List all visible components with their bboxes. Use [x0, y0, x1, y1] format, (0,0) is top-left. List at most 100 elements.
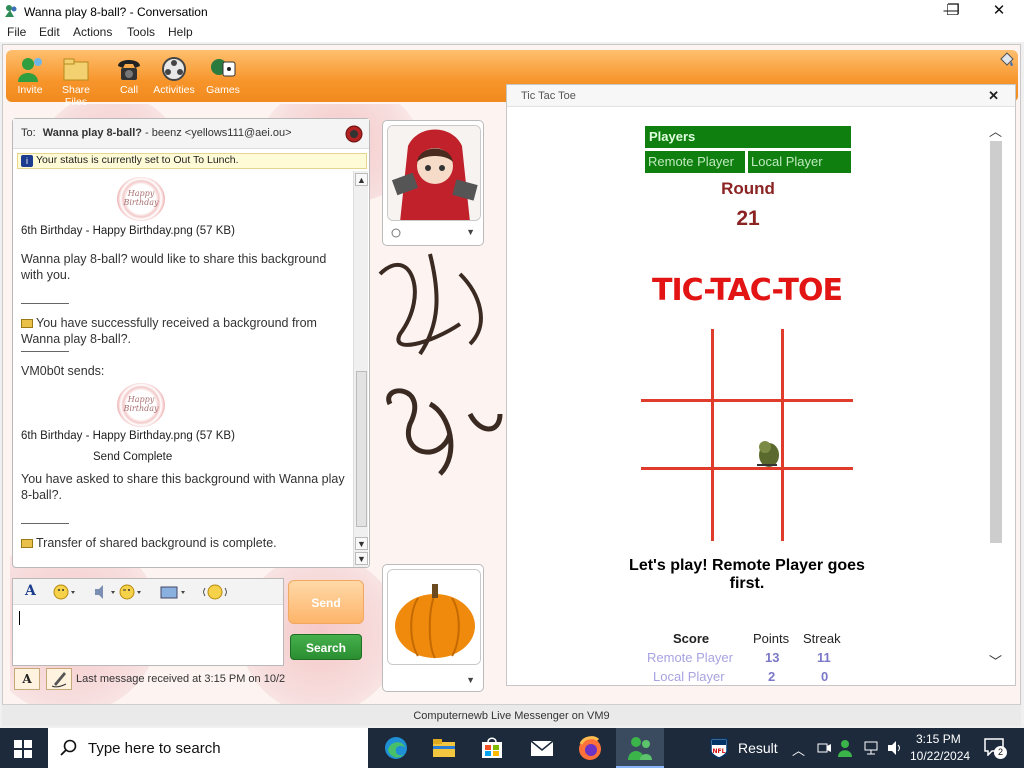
chevron-down-icon[interactable]: ▼ — [466, 675, 475, 685]
chevron-down-icon[interactable]: ▼ — [466, 227, 475, 237]
chevron-up-icon[interactable]: ︿ — [792, 740, 805, 759]
contact-name[interactable]: Wanna play 8-ball? — [43, 127, 142, 139]
remote-points: 13 — [765, 650, 780, 665]
local-player-tab[interactable]: Local Player — [748, 151, 851, 173]
received-background-message: You have successfully received a backgro… — [21, 316, 317, 346]
block-contact-icon[interactable] — [345, 125, 363, 143]
to-label: To: — [21, 127, 36, 139]
volume-icon[interactable] — [886, 740, 904, 756]
share-files-label: Share Files — [61, 84, 91, 108]
invite-label: Invite — [17, 84, 43, 96]
scroll-thumb[interactable] — [356, 371, 367, 527]
handwriting-icon[interactable] — [46, 668, 72, 690]
handwriting-text-toggle[interactable]: A — [14, 668, 40, 690]
remote-streak: 11 — [817, 650, 831, 665]
birthday-thumbnail[interactable]: Happy Birthday — [117, 383, 165, 427]
messenger-app-icon — [5, 5, 17, 17]
call-button[interactable]: Call — [105, 56, 153, 96]
remote-player-tab[interactable]: Remote Player — [645, 151, 745, 173]
asked-share-message: You have asked to share this background … — [21, 472, 345, 502]
result-label[interactable]: Result — [738, 740, 778, 756]
scroll-down-arrow[interactable]: ▼ — [355, 537, 368, 550]
scroll-up-arrow[interactable]: ︿ — [987, 121, 1004, 140]
font-icon[interactable]: A — [25, 583, 36, 599]
menu-actions[interactable]: Actions — [73, 25, 112, 39]
network-icon[interactable] — [862, 740, 880, 756]
emoticon-icon[interactable] — [53, 584, 77, 600]
status-notice: i Your status is currently set to Out To … — [17, 153, 367, 169]
wink-icon[interactable] — [119, 584, 143, 600]
voice-clip-icon[interactable] — [93, 584, 117, 600]
share-files-icon — [63, 58, 89, 81]
game-piece-icon — [757, 441, 779, 467]
share-files-button[interactable]: Share Files — [52, 56, 100, 108]
send-button[interactable]: Send — [288, 580, 364, 624]
activities-button[interactable]: Activities — [150, 56, 198, 96]
messenger-taskbar-button[interactable] — [616, 728, 664, 768]
invite-button[interactable]: Invite — [6, 56, 54, 96]
microsoft-store-icon[interactable] — [478, 734, 506, 762]
conversation-panel: To: Wanna play 8-ball? - beenz <yellows1… — [12, 118, 370, 568]
close-icon[interactable]: ✕ — [988, 88, 999, 104]
svg-text:NFL: NFL — [713, 748, 726, 755]
notification-center[interactable]: 2 — [984, 738, 1007, 759]
menu-edit[interactable]: Edit — [39, 25, 60, 39]
format-toolbar: A — [13, 579, 283, 605]
status-strip: Computernewb Live Messenger on VM9 — [2, 704, 1021, 726]
meet-now-icon[interactable] — [816, 740, 832, 756]
mail-icon[interactable] — [528, 734, 556, 762]
grid-line — [711, 329, 714, 541]
maximize-button[interactable]: ❐ — [930, 0, 976, 24]
windows-start-icon[interactable] — [14, 740, 32, 758]
local-points: 2 — [768, 669, 776, 684]
menu-tools[interactable]: Tools — [127, 25, 155, 39]
send-complete-text: Send Complete — [93, 451, 173, 463]
activities-label: Activities — [153, 84, 195, 96]
file-entry: 6th Birthday - Happy Birthday.png (57 KB… — [21, 430, 235, 442]
title-bar: Wanna play 8-ball? - Conversation — ❐ ✕ — [0, 0, 1024, 24]
taskbar-search[interactable]: Type here to search — [48, 728, 368, 768]
background-picker-icon[interactable] — [159, 584, 187, 600]
birthday-thumbnail[interactable]: Happy Birthday — [117, 177, 165, 221]
scroll-thumb[interactable] — [990, 141, 1002, 543]
paint-bucket-icon[interactable] — [998, 52, 1014, 68]
scroll-bottom-arrow[interactable]: ▼ — [355, 552, 368, 565]
contact-avatar[interactable] — [387, 125, 481, 221]
message-history: Happy Birthday 6th Birthday - Happy Birt… — [21, 171, 351, 567]
scroll-down-arrow[interactable]: ﹀ — [987, 651, 1004, 670]
text-cursor[interactable] — [19, 611, 20, 625]
firefox-icon[interactable] — [576, 734, 604, 762]
clock-date[interactable]: 10/22/2024 — [910, 749, 970, 763]
file-explorer-icon[interactable] — [430, 734, 458, 762]
messenger-taskbar-icon — [628, 737, 652, 760]
game-message: Let's play! Remote Player goes first. — [629, 557, 865, 592]
to-line: To: Wanna play 8-ball? - beenz <yellows1… — [13, 119, 369, 149]
remote-player-score-label: Remote Player — [647, 650, 733, 665]
close-button[interactable]: ✕ — [976, 0, 1022, 24]
menu-help[interactable]: Help — [168, 25, 193, 39]
search-button[interactable]: Search — [290, 634, 362, 660]
transfer-complete-message: Transfer of shared background is complet… — [21, 535, 351, 551]
menu-bar: File Edit Actions Tools Help — [0, 24, 1024, 42]
message-scrollbar[interactable]: ▲ ▼ ▼ — [353, 171, 368, 567]
game-board[interactable] — [641, 329, 853, 541]
avatar-option-icon[interactable] — [391, 227, 401, 239]
window-title: Wanna play 8-ball? - Conversation — [24, 5, 208, 19]
taskbar: Type here to search NFL Result ︿ 3:15 PM… — [0, 728, 1024, 768]
messenger-tray-icon[interactable] — [838, 739, 854, 757]
scroll-up-arrow[interactable]: ▲ — [355, 173, 368, 186]
edge-browser-icon[interactable] — [382, 734, 410, 762]
grid-line — [641, 467, 853, 470]
call-label: Call — [119, 84, 139, 96]
streak-header: Streak — [803, 631, 841, 646]
nfl-news-icon[interactable]: NFL — [708, 737, 730, 759]
games-button[interactable]: Games — [199, 56, 247, 96]
menu-file[interactable]: File — [7, 25, 26, 39]
clock-time[interactable]: 3:15 PM — [916, 732, 961, 746]
game-scrollbar[interactable]: ︿ ﹀ — [987, 121, 1004, 669]
close-icon: ✕ — [992, 2, 1006, 19]
message-divider — [21, 351, 69, 352]
nudge-icon[interactable] — [203, 584, 227, 600]
birthday-script-decoration — [378, 253, 503, 476]
my-avatar[interactable] — [387, 569, 481, 665]
